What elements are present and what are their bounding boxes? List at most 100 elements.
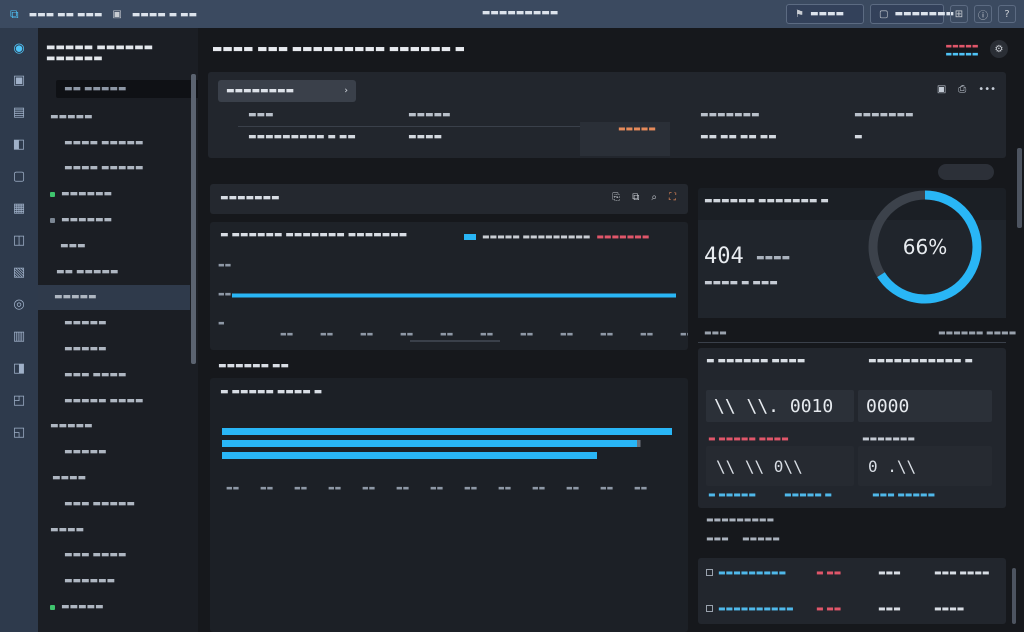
sidebar-item[interactable]: ▬▬▬▬▬▬ bbox=[38, 568, 190, 594]
chart-title: ▬▬▬▬▬▬▬ bbox=[220, 193, 280, 203]
gauge-label: 66% bbox=[903, 235, 947, 259]
filter-dropdown[interactable]: ▬▬▬▬▬▬▬▬ › bbox=[218, 80, 356, 102]
filter-column-value: ▬▬▬▬▬▬▬▬▬ ▬ ▬▬ bbox=[248, 132, 356, 142]
sidebar-item[interactable]: ▬▬▬▬▬ bbox=[38, 284, 190, 311]
x-tick-label: ▬▬ bbox=[566, 484, 579, 492]
rail-item-icon[interactable]: ◫ bbox=[0, 224, 38, 256]
sidebar-item[interactable]: ▬▬▬▬▬ bbox=[38, 439, 190, 465]
search-icon[interactable]: ⌕ bbox=[651, 192, 657, 203]
x-tick-label: ▬▬ bbox=[634, 484, 647, 492]
rail-item-icon[interactable]: ▤ bbox=[0, 96, 38, 128]
status-dot-icon bbox=[50, 191, 55, 197]
x-tick-label: ▬▬ bbox=[294, 484, 307, 492]
settings-icon[interactable]: ⚙ bbox=[990, 40, 1008, 58]
info-icon[interactable]: ⓘ bbox=[974, 5, 992, 23]
menu-icon[interactable]: ▣ bbox=[112, 9, 121, 20]
app-icon: ⧉ bbox=[10, 7, 19, 21]
table-cell: ▬▬▬ bbox=[878, 603, 901, 613]
table-row[interactable]: ▬▬▬▬▬▬▬▬▬ ▬ ▬▬ ▬▬▬ ▬▬▬ ▬▬▬▬ bbox=[698, 562, 994, 582]
rail-item-icon[interactable]: ◎ bbox=[0, 288, 38, 320]
summary-panel: ▬▬▬▬▬▬ ▬▬▬▬▬▬▬ ▬ 404 ▬▬▬▬ ▬▬▬▬ ▬ ▬▬▬ 66% bbox=[698, 188, 1006, 318]
metrics-title-a: ▬ ▬▬▬▬▬▬ ▬▬▬▬ bbox=[706, 356, 806, 366]
menu-label[interactable]: ▬▬▬▬ ▬ ▬▬ bbox=[132, 10, 197, 20]
export-icon[interactable]: ⎘ bbox=[612, 192, 620, 203]
sidebar: ▬▬▬▬▬ ▬▬▬▬▬▬ ▬▬▬▬▬▬ ▬▬ ▬▬▬▬▬ ▬▬▬▬▬ ▬▬▬▬ ▬… bbox=[38, 28, 210, 632]
sidebar-item-label: ▬▬▬▬ bbox=[50, 524, 85, 535]
metric-value-3: \\ \\ 0\\ bbox=[706, 446, 854, 486]
sidebar-item[interactable]: ▬▬▬ ▬▬▬▬ bbox=[38, 543, 190, 569]
sidebar-item[interactable]: ▬▬▬▬▬ bbox=[38, 310, 190, 336]
fullscreen-icon[interactable]: ⛶ bbox=[669, 192, 676, 203]
sidebar-item[interactable]: ▬▬▬ bbox=[38, 233, 190, 259]
sidebar-item[interactable]: ▬▬▬▬ ▬▬▬▬▬ bbox=[38, 130, 190, 156]
bar bbox=[222, 440, 637, 447]
x-tick-label: ▬▬ bbox=[400, 330, 413, 338]
sidebar-item[interactable]: ▬▬▬▬ bbox=[38, 517, 190, 543]
table-cell: ▬▬▬▬ bbox=[934, 603, 965, 613]
sidebar-item[interactable]: ▬▬▬▬▬ bbox=[38, 414, 190, 440]
sidebar-item[interactable]: ▬▬▬ ▬▬▬▬ bbox=[38, 362, 190, 388]
chart-header: ▬▬▬▬▬▬▬ ⎘ ⧉ ⌕ ⛶ bbox=[210, 184, 688, 214]
rail-item-icon[interactable]: ◧ bbox=[0, 128, 38, 160]
line-chart-panel: ▬ ▬▬▬▬▬▬ ▬▬▬▬▬▬▬ ▬▬▬▬▬▬▬ ▬▬▬▬▬ ▬▬▬▬▬▬▬▬▬… bbox=[210, 222, 688, 350]
x-tick-label: ▬▬ bbox=[396, 484, 409, 492]
export-icon[interactable]: ⎙ bbox=[958, 84, 966, 95]
summary-divider bbox=[698, 342, 1006, 343]
sidebar-item-label: ▬▬▬▬▬ bbox=[64, 344, 107, 355]
metric-link-c[interactable]: ▬▬▬ ▬▬▬▬▬ bbox=[872, 490, 935, 499]
gauge-chart: 66% bbox=[868, 190, 982, 304]
sidebar-item[interactable]: ▬▬▬▬ bbox=[38, 465, 190, 491]
copy-icon[interactable]: ⧉ bbox=[632, 192, 639, 203]
metric-link-a[interactable]: ▬ ▬▬▬▬▬ bbox=[708, 490, 756, 499]
row-checkbox[interactable] bbox=[706, 568, 713, 576]
rail-item-icon[interactable]: ▦ bbox=[0, 192, 38, 224]
save-icon[interactable]: ▣ bbox=[937, 84, 946, 95]
rail-item-icon[interactable]: ◨ bbox=[0, 352, 38, 384]
metrics-below-a: ▬▬▬▬▬▬▬▬▬ bbox=[706, 515, 775, 524]
rail-item-icon[interactable]: ▧ bbox=[0, 256, 38, 288]
sidebar-item[interactable]: ▬▬ ▬▬▬▬▬ bbox=[38, 259, 190, 285]
filter-column-value: ▬▬▬▬ bbox=[408, 132, 443, 142]
title-bar: ⧉ ▬▬▬ ▬▬ ▬▬▬ ▣ ▬▬▬▬ ▬ ▬▬ ▬▬▬▬▬▬▬▬▬ ⚑ ▬▬▬… bbox=[0, 0, 1024, 28]
x-tick-label: ▬▬ bbox=[520, 330, 533, 338]
metrics-panel: ▬ ▬▬▬▬▬▬ ▬▬▬▬ ▬▬▬▬▬▬▬▬▬▬▬ ▬ \\ \\. 0010 … bbox=[698, 348, 1006, 508]
sidebar-item[interactable]: ▬▬▬▬▬▬ bbox=[38, 207, 190, 233]
table-cell: ▬▬▬▬▬▬▬▬▬▬ bbox=[718, 603, 794, 613]
rail-item-icon[interactable]: ▥ bbox=[0, 320, 38, 352]
x-tick-label: ▬▬ bbox=[360, 330, 373, 338]
table-scrollbar[interactable] bbox=[1012, 568, 1016, 624]
x-tick-label: ▬▬ bbox=[430, 484, 443, 492]
sidebar-item[interactable]: ▬▬▬▬▬ ▬▬▬▬ bbox=[38, 388, 190, 414]
sidebar-item[interactable]: ▬▬▬▬ ▬▬▬▬▬ bbox=[38, 156, 190, 182]
toolbar-button-2[interactable]: ▢ ▬▬▬▬▬▬▬ bbox=[870, 4, 954, 24]
sidebar-item[interactable]: ▬▬▬▬▬ bbox=[38, 594, 190, 620]
brand-logo: ▬▬▬▬▬ ▬▬▬▬▬ bbox=[944, 38, 980, 62]
chevron-right-icon: › bbox=[344, 86, 348, 96]
sidebar-item-label: ▬▬▬▬▬ bbox=[64, 318, 107, 329]
sidebar-item[interactable]: ▬▬▬ ▬▬▬▬▬ bbox=[38, 491, 190, 517]
rail-item-icon[interactable]: ◱ bbox=[0, 416, 38, 448]
table-cell: ▬▬▬ bbox=[878, 567, 901, 577]
help-icon[interactable]: ? bbox=[998, 5, 1016, 23]
toolbar-button-1-label: ▬▬▬▬ bbox=[809, 9, 844, 19]
window-title: ▬▬▬▬▬▬▬▬▬ bbox=[481, 8, 559, 18]
more-icon[interactable]: ••• bbox=[978, 84, 996, 95]
row-checkbox[interactable] bbox=[706, 604, 713, 612]
toolbar-button-1[interactable]: ⚑ ▬▬▬▬ bbox=[786, 4, 864, 24]
rail-item-icon[interactable]: ◰ bbox=[0, 384, 38, 416]
sidebar-item[interactable]: ▬▬▬▬▬ bbox=[38, 104, 190, 130]
sidebar-search[interactable]: ▬▬ ▬▬▬▬▬ bbox=[56, 80, 210, 98]
brand-logo-bottom: ▬▬▬▬▬ bbox=[945, 50, 979, 58]
table-row[interactable]: ▬▬▬▬▬▬▬▬▬▬ ▬ ▬▬ ▬▬▬ ▬▬▬▬ bbox=[698, 598, 994, 618]
sidebar-item[interactable]: ▬▬▬▬▬▬ bbox=[38, 181, 190, 207]
grid-icon[interactable]: ⊞ bbox=[950, 5, 968, 23]
metric-link-b[interactable]: ▬▬▬▬▬ ▬ bbox=[784, 490, 832, 499]
main-content: ▬▬▬▬ ▬▬▬ ▬▬▬▬▬▬▬▬▬ ▬▬▬▬▬▬ ▬ ▬▬▬▬▬ ▬▬▬▬▬ … bbox=[198, 28, 1024, 632]
rail-item-icon[interactable]: ◉ bbox=[0, 32, 38, 64]
rail-item-icon[interactable]: ▣ bbox=[0, 64, 38, 96]
sidebar-item[interactable]: ▬▬▬▬▬ bbox=[38, 336, 190, 362]
rail-item-icon[interactable]: ▢ bbox=[0, 160, 38, 192]
main-scrollbar[interactable] bbox=[1017, 148, 1022, 228]
sidebar-scrollbar[interactable] bbox=[191, 74, 196, 364]
chart-scroll-handle bbox=[410, 340, 500, 342]
